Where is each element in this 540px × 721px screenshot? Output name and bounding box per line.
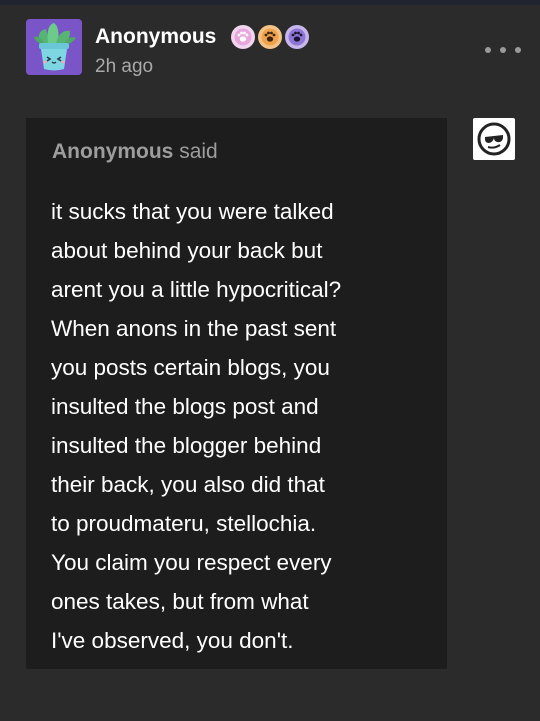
ask-line: insulted the blogs post and	[51, 394, 319, 419]
top-edge-bar	[0, 0, 540, 5]
paw-badge-pink-icon[interactable]	[231, 25, 255, 49]
plant-pot-icon	[26, 19, 82, 75]
more-options-icon[interactable]	[485, 40, 521, 60]
ask-line: You claim you respect every	[51, 550, 332, 575]
asker-name[interactable]: Anonymous	[52, 140, 173, 163]
ask-line: arent you a little hypocritical?	[51, 277, 342, 302]
paw-badge-orange-icon[interactable]	[258, 25, 282, 49]
said-label: said	[179, 140, 218, 163]
post-timestamp: 2h ago	[95, 56, 154, 77]
ask-box: Anonymous said it sucks that you were ta…	[26, 118, 447, 669]
ask-line: I've observed, you don't.	[51, 628, 294, 653]
author-name[interactable]: Anonymous	[95, 24, 216, 50]
ask-line: insulted the blogger behind	[51, 433, 322, 458]
ask-line: you posts certain blogs, you	[51, 355, 330, 380]
ask-line: about behind your back but	[51, 238, 323, 263]
badge-group[interactable]	[231, 25, 309, 49]
ask-line: their back, you also did that	[51, 472, 325, 497]
dot	[500, 47, 506, 53]
ask-line: ones takes, but from what	[51, 589, 309, 614]
paw-badge-purple-icon[interactable]	[285, 25, 309, 49]
ask-line: When anons in the past sent	[51, 316, 337, 341]
avatar[interactable]	[26, 19, 82, 75]
ask-header: Anonymous said	[52, 138, 218, 166]
dot	[485, 47, 491, 53]
ask-message: it sucks that you were talked about behi…	[51, 192, 441, 660]
dot	[515, 47, 521, 53]
sunglasses-face-icon	[477, 122, 511, 156]
anonymous-avatar-icon[interactable]	[473, 118, 515, 160]
ask-line: to proudmateru, stellochia.	[51, 511, 317, 536]
ask-line: it sucks that you were talked	[51, 199, 334, 224]
